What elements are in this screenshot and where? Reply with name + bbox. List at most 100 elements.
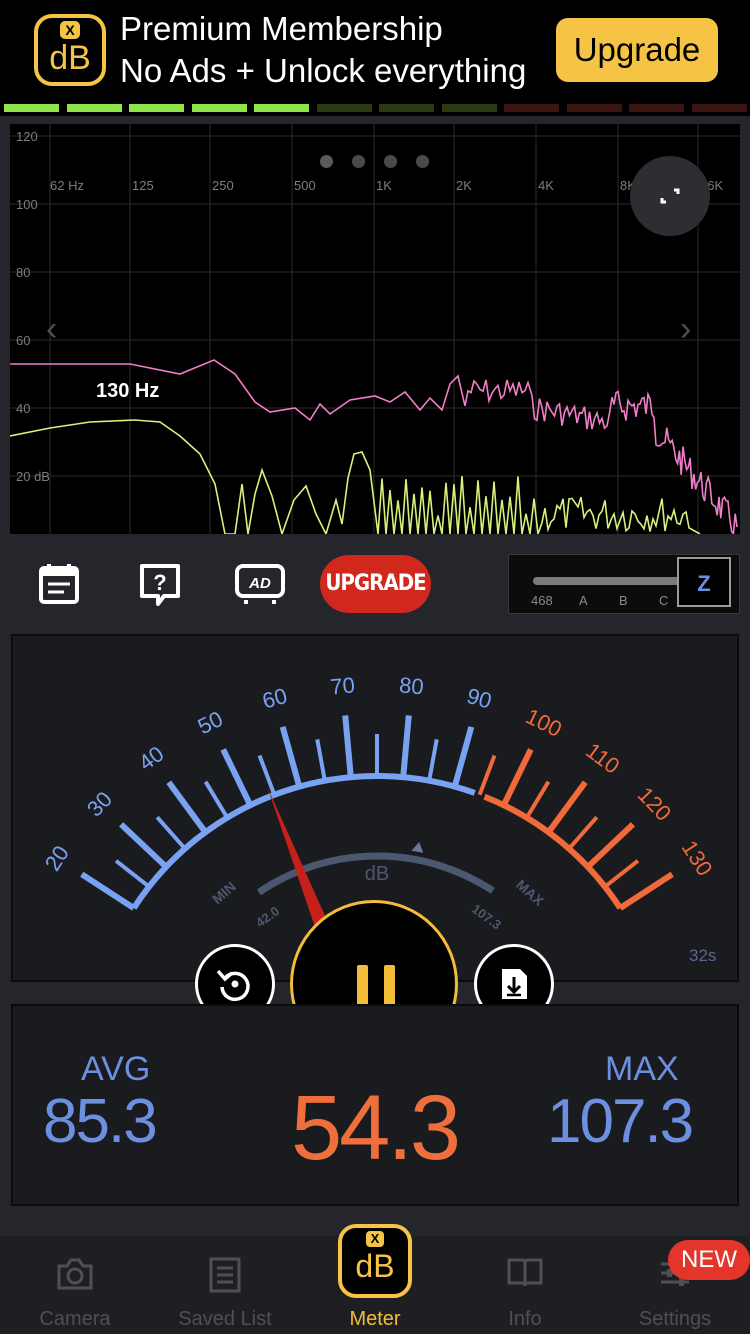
level-indicator-bar: [0, 100, 750, 116]
fullscreen-button[interactable]: [630, 156, 710, 236]
tab-bar: Camera Saved List X dB Meter Info Settin…: [0, 1224, 750, 1334]
x-tick-label: 500: [294, 178, 316, 193]
gauge-scale-label: 30: [82, 786, 117, 821]
tab-label: Meter: [349, 1308, 401, 1330]
premium-banner[interactable]: X dB Premium Membership No Ads + Unlock …: [0, 0, 750, 100]
tab-label: Info: [508, 1308, 542, 1330]
gauge-tick: [427, 739, 439, 782]
svg-text:?: ?: [153, 570, 166, 595]
banner-title: Premium Membership: [120, 10, 443, 47]
tab-meter[interactable]: X dB Meter: [300, 1224, 450, 1334]
current-db-value: 54.3: [291, 1077, 461, 1179]
banner-subtitle: No Ads + Unlock everything: [120, 52, 527, 89]
gauge-needle: [267, 786, 329, 929]
gauge-tick: [315, 739, 327, 782]
db-app-icon-text: dB: [355, 1248, 395, 1284]
gauge-scale-label: 130: [677, 836, 718, 880]
tab-label: Saved List: [178, 1308, 272, 1330]
gauge-tick: [525, 780, 551, 819]
level-segment: [4, 104, 59, 112]
y-tick-label: 80: [16, 265, 31, 280]
x-tick-label: 62 Hz: [50, 178, 84, 193]
level-segment: [316, 104, 372, 112]
page-dot[interactable]: [320, 155, 333, 168]
gauge-tick: [477, 754, 497, 796]
gauge-tick: [400, 715, 412, 778]
page-dot[interactable]: [352, 155, 365, 168]
gauge-tick: [166, 780, 208, 834]
app-logo-x: X: [60, 21, 80, 39]
gauge-tick: [501, 748, 534, 807]
x-tick-label: 1K: [376, 178, 392, 193]
tab-info[interactable]: Info: [450, 1236, 600, 1334]
weighting-option[interactable]: A: [579, 593, 588, 608]
app-logo-icon: X dB: [34, 14, 106, 86]
chevron-right-icon[interactable]: ›: [680, 310, 691, 349]
new-badge: NEW: [668, 1240, 750, 1280]
max-label: MAX: [513, 876, 547, 909]
y-tick-label: 60: [16, 333, 31, 348]
banner-upgrade-button[interactable]: Upgrade: [556, 18, 718, 82]
tab-label: Settings: [638, 1308, 712, 1330]
db-app-icon: X dB: [338, 1224, 412, 1298]
level-segment: [66, 104, 122, 112]
max-value: 107.3: [469, 901, 504, 932]
app-logo-text: dB: [49, 39, 91, 77]
frequency-label: 130 Hz: [96, 380, 160, 402]
gauge-scale-label: 50: [194, 706, 227, 739]
weighting-option[interactable]: C: [659, 593, 668, 608]
gauge-scale-label: 70: [329, 672, 356, 699]
help-icon[interactable]: ?: [136, 560, 184, 608]
min-label: MIN: [209, 878, 239, 907]
weighting-option[interactable]: 468: [531, 593, 553, 608]
camera-icon: [57, 1258, 93, 1290]
gauge-tick: [114, 859, 151, 889]
level-segment: [566, 104, 622, 112]
weighting-option[interactable]: B: [619, 593, 628, 608]
gauge-tick: [618, 871, 674, 911]
gauge-tick: [119, 822, 169, 870]
ad-icon[interactable]: AD: [234, 560, 286, 608]
timer-label: 32s: [689, 946, 717, 965]
avg-value: 85.3: [43, 1087, 158, 1156]
weighting-track[interactable]: [533, 577, 683, 585]
tab-saved-list[interactable]: Saved List: [150, 1236, 300, 1334]
gauge-tick: [257, 754, 277, 796]
level-segment: [441, 104, 497, 112]
gauge-tick: [80, 871, 136, 911]
stats-panel: AVG 85.3 54.3 MAX 107.3: [11, 1004, 739, 1206]
level-segment: [379, 104, 434, 112]
page-dot[interactable]: [416, 155, 429, 168]
weighting-selected[interactable]: Z: [677, 557, 731, 607]
min-value: 42.0: [253, 903, 282, 930]
gauge-scale-label: 80: [398, 672, 425, 699]
page-dot[interactable]: [384, 155, 397, 168]
calendar-icon[interactable]: [36, 560, 84, 608]
tab-label: Camera: [39, 1308, 111, 1330]
gauge-scale-label: 100: [522, 703, 566, 742]
gauge-scale-label: 90: [464, 683, 494, 714]
db-app-icon-x: X: [366, 1231, 384, 1247]
gauge-scale-label: 120: [633, 782, 676, 826]
level-segment: [629, 104, 684, 112]
level-segment: [691, 104, 747, 112]
current-spectrum-line: [10, 419, 701, 534]
gauge-tick: [451, 726, 475, 788]
frequency-weighting-selector[interactable]: 468 A B C Z: [508, 554, 740, 614]
gauge-scale-label: 110: [581, 738, 624, 779]
max-label: MAX: [605, 1050, 679, 1088]
avg-marker-icon: [411, 841, 424, 853]
spectrum-analyzer[interactable]: 120 100 80 60 40 20 dB 62 Hz 125 250 500…: [10, 124, 740, 534]
book-icon: [507, 1258, 543, 1287]
gauge-tick: [546, 780, 588, 834]
y-tick-label: 20 dB: [16, 469, 50, 484]
tab-camera[interactable]: Camera: [0, 1236, 150, 1334]
unit-label: dB: [365, 863, 389, 885]
page-indicator[interactable]: [320, 155, 448, 173]
gauge-scale-label: 60: [260, 683, 290, 714]
y-tick-label: 40: [16, 401, 31, 416]
toolbar-upgrade-button[interactable]: UPGRADE: [320, 555, 431, 613]
gauge-scale-label: 20: [40, 841, 74, 875]
x-tick-label: 125: [132, 178, 154, 193]
chevron-left-icon[interactable]: ‹: [46, 310, 57, 349]
